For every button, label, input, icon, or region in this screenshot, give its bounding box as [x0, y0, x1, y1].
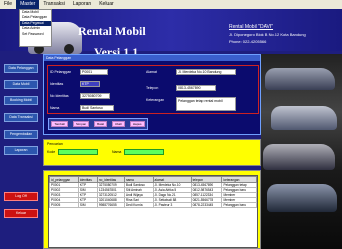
save-button[interactable]: Simpan: [73, 121, 90, 127]
table-cell: P0005: [49, 202, 79, 208]
search-kode-input[interactable]: [58, 149, 98, 155]
app-title: Rental Mobil: [78, 24, 146, 38]
master-dropdown-menu: Data Mobil Data Pelanggan Data Pegawai D…: [19, 9, 52, 47]
sidebar-button-pelanggan[interactable]: Data Pelanggan: [4, 64, 38, 73]
search-title: Pencarian: [47, 142, 63, 146]
customer-grid-panel: id_pelanggan identitas no_identitas nama ala…: [43, 170, 261, 249]
dropdown-item[interactable]: Data Pelanggan: [20, 15, 51, 20]
label-nama: Nama: [50, 106, 60, 110]
sidebar-button-transaksi[interactable]: Data Transaksi: [4, 113, 38, 122]
menu-transaksi[interactable]: Transaksi: [39, 0, 69, 9]
menu-keluar[interactable]: Keluar: [95, 0, 117, 9]
table-cell: 0878-2233445: [190, 202, 223, 208]
logoff-button[interactable]: Log Off: [4, 192, 38, 201]
table-cell: 9988776655: [96, 202, 125, 208]
sidebar-button-mobil[interactable]: Data Mobil: [4, 80, 38, 89]
company-name: Rental Mobil "DAVI": [229, 24, 274, 30]
car-image: [263, 144, 335, 170]
sidebar-button-booking[interactable]: Booking Mobil: [4, 96, 38, 105]
exit-button[interactable]: Keluar: [4, 209, 38, 218]
form-fields-group: ID Pelanggan P0001 Identitas KTP No Iden…: [47, 65, 259, 114]
add-button[interactable]: Tambah: [51, 121, 69, 127]
menu-file[interactable]: File: [0, 0, 16, 9]
car-image: [271, 106, 337, 130]
table-cell: Dedi Kurnia: [123, 202, 154, 208]
car-image: [267, 184, 337, 212]
alamat-input[interactable]: Jl. Merdeka No.10 Bandung: [176, 69, 236, 75]
menu-bar: File Master Transaksi Laporan Keluar: [0, 0, 342, 9]
search-kode-label: Kode: [47, 150, 56, 154]
table-cell: Pelanggan baru: [221, 202, 257, 208]
car-image: [265, 68, 335, 90]
app-window: File Master Transaksi Laporan Keluar Dat…: [0, 0, 342, 249]
telepon-input[interactable]: 0813-4567890: [176, 85, 216, 91]
customer-data-grid[interactable]: id_pelanggan identitas no_identitas nama ala…: [48, 175, 258, 248]
form-header: Data Pelanggan: [44, 55, 260, 61]
menu-laporan[interactable]: Laporan: [69, 0, 95, 9]
company-address: Jl. Diponegoro Blok B No.12 Kota Bandung: [229, 32, 306, 37]
search-nama-input[interactable]: [124, 149, 164, 155]
car-photo-panel: [261, 54, 342, 249]
label-keterangan: Keterangan: [146, 98, 165, 102]
id-input[interactable]: P0001: [80, 69, 108, 75]
sidebar-button-pengembalian[interactable]: Pengembalian: [4, 130, 38, 139]
sidebar-button-laporan[interactable]: Laporan: [4, 146, 38, 155]
table-cell: SIM: [77, 202, 98, 208]
action-buttons-bar: Tambah Simpan Batal Ubah Hapus: [48, 118, 148, 130]
label-identitas: Identitas: [50, 82, 64, 86]
delete-button[interactable]: Hapus: [129, 121, 145, 127]
company-info: Rental Mobil "DAVI" Jl. Diponegoro Blok …: [229, 24, 339, 45]
keterangan-textarea[interactable]: Pelanggan tetap rental mobil: [176, 97, 236, 111]
edit-button[interactable]: Ubah: [111, 121, 125, 127]
customer-form-panel: Data Pelanggan ID Pelanggan P0001 Identi…: [43, 54, 261, 135]
label-id: ID Pelanggan: [50, 70, 72, 74]
table-cell: Jl. Pasteur 3: [152, 202, 192, 208]
label-alamat: Alamat: [146, 70, 157, 74]
table-row[interactable]: P0005 SIM 9988776655 Dedi Kurnia Jl. Pasteur…: [49, 202, 257, 208]
dropdown-item[interactable]: Set Password: [20, 32, 51, 37]
cancel-button[interactable]: Batal: [94, 121, 107, 127]
nama-input[interactable]: Budi Santoso: [80, 105, 114, 111]
label-no-identitas: No Identitas: [50, 94, 69, 98]
company-phone: Phone: 022-4205566: [229, 39, 267, 44]
identitas-select[interactable]: KTP: [80, 81, 100, 87]
label-telepon: Telepon: [146, 86, 159, 90]
search-panel: Pencarian Kode Nama: [43, 139, 261, 166]
no-identitas-input[interactable]: 3275080709: [80, 93, 110, 99]
menu-master[interactable]: Master: [16, 0, 40, 9]
search-nama-label: Nama: [112, 150, 122, 154]
